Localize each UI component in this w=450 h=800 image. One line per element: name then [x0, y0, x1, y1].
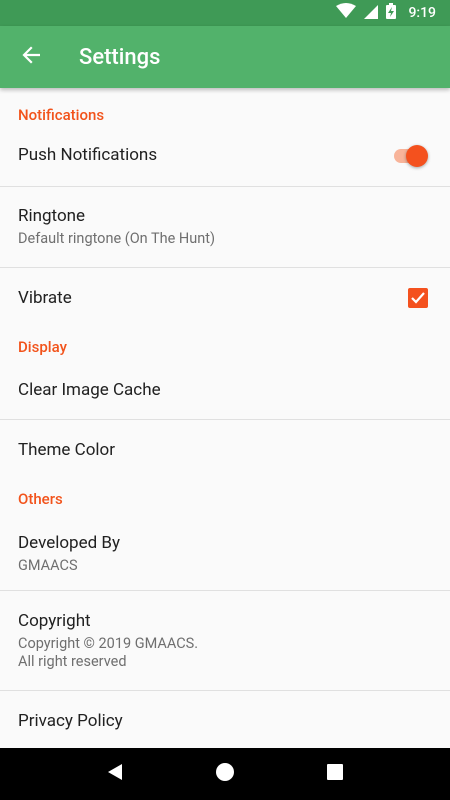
- pref-vibrate[interactable]: Vibrate: [0, 268, 450, 328]
- pref-copyright[interactable]: Copyright Copyright © 2019 GMAACS. All r…: [0, 591, 450, 690]
- pref-clear-image-cache[interactable]: Clear Image Cache: [0, 368, 450, 412]
- pref-developed-by[interactable]: Developed By GMAACS: [0, 518, 450, 590]
- push-notifications-switch[interactable]: [394, 144, 428, 167]
- nav-recents-button[interactable]: [315, 754, 355, 794]
- pref-ringtone[interactable]: Ringtone Default ringtone (On The Hunt): [0, 187, 450, 267]
- pref-title: Copyright: [18, 610, 91, 631]
- pref-privacy-policy[interactable]: Privacy Policy: [0, 691, 450, 748]
- status-bar: 9:19: [0, 0, 450, 26]
- system-nav-bar: [0, 748, 450, 800]
- category-display: Display: [18, 338, 67, 356]
- nav-back-button[interactable]: [95, 754, 135, 794]
- pref-title: Push Notifications: [18, 144, 158, 165]
- pref-title: Ringtone: [18, 206, 86, 226]
- nav-home-icon: [215, 762, 235, 786]
- pref-summary: GMAACS: [18, 557, 78, 574]
- wifi-icon: [336, 3, 357, 23]
- page-title: Settings: [79, 44, 161, 70]
- pref-title: Clear Image Cache: [18, 380, 161, 400]
- pref-push-notifications[interactable]: Push Notifications: [0, 132, 450, 177]
- pref-summary: Default ringtone (On The Hunt): [18, 230, 216, 247]
- nav-home-button[interactable]: [205, 754, 245, 794]
- nav-recents-icon: [327, 764, 343, 784]
- battery-charging-icon: [386, 3, 397, 23]
- category-others: Others: [18, 490, 63, 508]
- arrow-back-icon: [22, 46, 41, 68]
- pref-summary: Copyright © 2019 GMAACS. All right reser…: [18, 634, 199, 670]
- vibrate-checkbox[interactable]: [408, 288, 428, 308]
- status-time: 9:19: [408, 5, 436, 21]
- pref-title: Privacy Policy: [18, 711, 123, 731]
- nav-back-icon: [106, 763, 124, 785]
- pref-title: Developed By: [18, 533, 121, 553]
- check-icon: [411, 289, 425, 308]
- pref-theme-color[interactable]: Theme Color: [0, 420, 450, 480]
- pref-title: Theme Color: [18, 440, 116, 460]
- app-bar: Settings: [0, 26, 450, 88]
- pref-title: Vibrate: [18, 288, 72, 308]
- back-button[interactable]: [0, 26, 62, 88]
- settings-list[interactable]: Notifications Push Notifications Rington…: [0, 88, 450, 748]
- signal-icon: [364, 4, 379, 23]
